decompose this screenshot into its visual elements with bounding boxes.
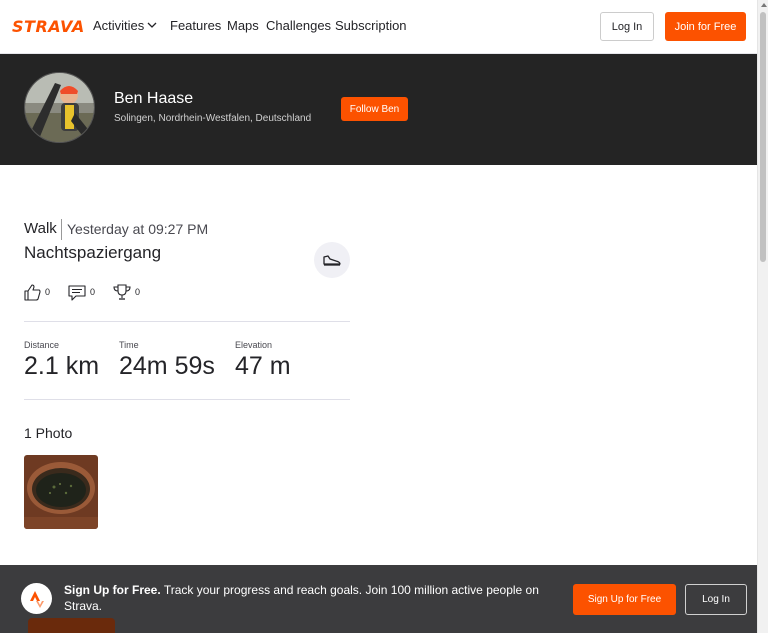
scroll-up-arrow-icon[interactable] [761,3,767,7]
banner-text: Sign Up for Free. Track your progress an… [64,582,554,614]
comment-icon[interactable] [68,284,86,301]
banner-login-button[interactable]: Log In [685,584,747,615]
nav-challenges[interactable]: Challenges [266,18,331,33]
nav-maps[interactable]: Maps [227,18,259,33]
stat-elevation-value: 47 m [235,352,291,380]
nav-subscription[interactable]: Subscription [335,18,407,33]
follow-button[interactable]: Follow Ben [341,97,408,121]
activity-photo[interactable] [24,455,98,529]
comments-count: 0 [90,287,96,297]
thumbs-up-icon[interactable] [24,283,41,301]
activity-date: Yesterday at 09:27 PM [67,221,209,237]
join-button[interactable]: Join for Free [665,12,746,41]
signup-banner: Sign Up for Free. Track your progress an… [0,565,757,633]
activity-title: Nachtspaziergang [24,243,162,262]
stat-elevation-label: Elevation [235,340,273,350]
comments-group[interactable]: 0 [68,282,95,302]
trophy-icon[interactable] [113,283,131,301]
achievements-group[interactable]: 0 [113,282,140,302]
athlete-header: Ben Haase Solingen, Nordrhein-Westfalen,… [0,54,757,165]
strava-logo[interactable]: STRAVA [12,17,85,36]
scroll-thumb[interactable] [760,12,766,262]
stat-time-value: 24m 59s [119,352,215,380]
shoe-icon [323,255,341,266]
nav-features[interactable]: Features [170,18,221,33]
top-nav: STRAVA Activities Features Maps Challeng… [0,0,757,54]
stat-time-label: Time [119,340,139,350]
kudos-group[interactable]: 0 [24,282,50,302]
avatar[interactable] [24,72,95,143]
chevron-down-icon[interactable] [147,20,157,30]
activity-type: Walk [24,220,57,237]
photos-title: 1 Photo [24,425,73,441]
login-button[interactable]: Log In [600,12,654,41]
athlete-name[interactable]: Ben Haase [114,90,193,108]
strava-logo-icon [21,583,52,614]
stat-distance-label: Distance [24,340,60,350]
partially-hidden-element [28,618,115,633]
achievements-count: 0 [135,287,141,297]
nav-activities[interactable]: Activities [93,18,144,33]
divider [24,399,350,400]
kudos-count: 0 [45,287,51,297]
athlete-location: Solingen, Nordrhein-Westfalen, Deutschla… [114,113,312,124]
banner-signup-button[interactable]: Sign Up for Free [573,584,676,615]
type-date-separator [61,219,62,240]
divider [24,321,350,322]
sport-type-badge [314,242,350,278]
stat-distance-value: 2.1 km [24,352,100,380]
banner-headline: Sign Up for Free. [64,583,161,597]
scrollbar[interactable] [757,0,768,633]
